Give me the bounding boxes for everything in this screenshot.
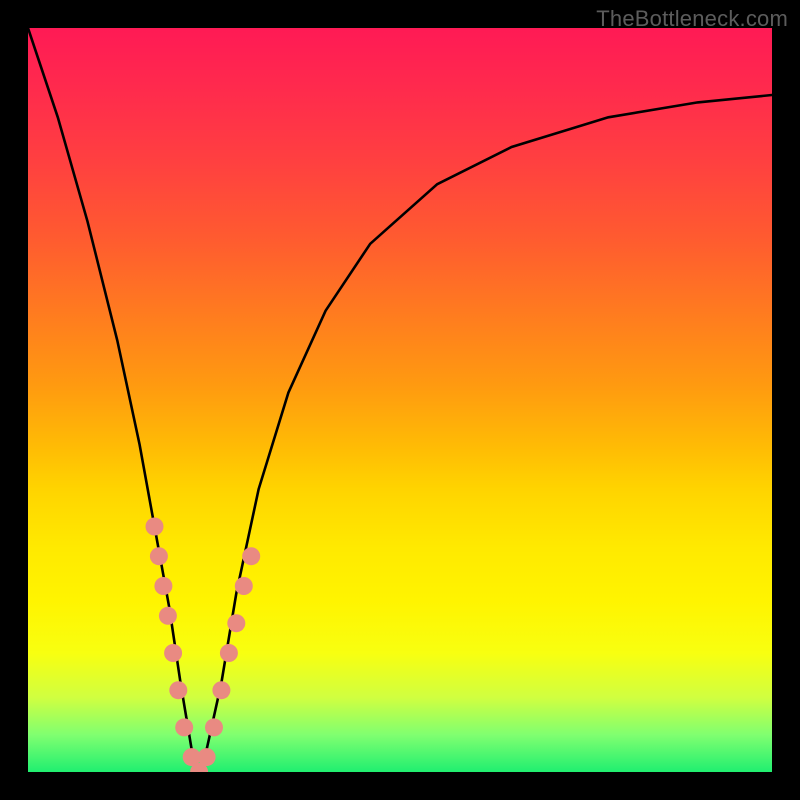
marker-dot (159, 607, 177, 625)
marker-layer (146, 518, 261, 773)
watermark-text: TheBottleneck.com (596, 6, 788, 32)
marker-dot (242, 547, 260, 565)
marker-dot (169, 681, 187, 699)
marker-dot (235, 577, 253, 595)
marker-dot (205, 718, 223, 736)
marker-dot (198, 748, 216, 766)
marker-dot (146, 518, 164, 536)
marker-dot (150, 547, 168, 565)
marker-dot (175, 718, 193, 736)
marker-dot (164, 644, 182, 662)
marker-dot (212, 681, 230, 699)
bottleneck-curve-svg (28, 28, 772, 772)
curve-layer (28, 28, 772, 772)
bottleneck-curve-path (28, 28, 772, 772)
plot-area (28, 28, 772, 772)
marker-dot (220, 644, 238, 662)
outer-black-frame: TheBottleneck.com (0, 0, 800, 800)
marker-dot (227, 614, 245, 632)
marker-dot (154, 577, 172, 595)
